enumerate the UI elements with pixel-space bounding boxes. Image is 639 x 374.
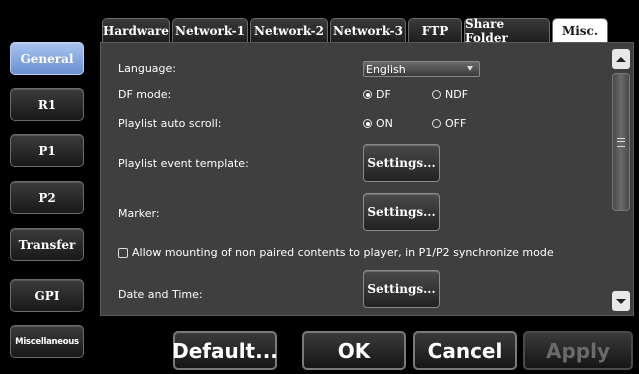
tab-ftp[interactable]: FTP [408,18,462,42]
checkbox-icon [118,247,128,258]
date-time-settings-button[interactable]: Settings... [363,270,440,308]
tab-hardware[interactable]: Hardware [102,18,170,42]
radio-unselected-icon [432,119,441,128]
scroll-on-radio[interactable]: ON [363,117,393,130]
playlist-template-settings-button[interactable]: Settings... [363,144,440,182]
nav-r1-button[interactable]: R1 [10,88,84,121]
apply-button[interactable]: Apply [523,331,633,370]
arrow-down-icon [616,298,626,304]
marker-settings-button[interactable]: Settings... [363,193,440,231]
tab-network-3[interactable]: Network-3 [330,18,406,42]
scroll-down-button[interactable] [612,291,630,311]
scroll-on-label: ON [376,117,393,130]
playlist-template-label: Playlist event template: [118,157,249,170]
ok-button[interactable]: OK [302,331,406,370]
tab-misc[interactable]: Misc. [552,18,608,42]
allow-mount-label: Allow mounting of non paired contents to… [132,246,554,259]
scrollbar-thumb[interactable] [612,73,630,211]
tab-network-1[interactable]: Network-1 [172,18,248,42]
chevron-down-icon [467,66,473,71]
nav-p1-button[interactable]: P1 [10,134,84,167]
nav-p2-button[interactable]: P2 [10,181,84,214]
cancel-button[interactable]: Cancel [413,331,517,370]
scroll-off-radio[interactable]: OFF [432,117,466,130]
playlist-scroll-label: Playlist auto scroll: [118,117,222,130]
tab-network-2[interactable]: Network-2 [250,18,328,42]
nav-miscellaneous-button[interactable]: Miscellaneous [10,325,84,358]
default-button[interactable]: Default... [172,331,278,370]
df-mode-label: DF mode: [118,88,172,101]
df-radio[interactable]: DF [363,88,391,101]
settings-panel: Language: English DF mode: DF NDF Playli… [100,42,634,316]
grip-icon [617,137,625,147]
df-radio-label: DF [376,88,391,101]
allow-mount-checkbox[interactable]: Allow mounting of non paired contents to… [118,246,554,259]
nav-gpi-button[interactable]: GPI [10,279,84,312]
date-time-label: Date and Time: [118,288,203,301]
nav-general-button[interactable]: General [10,42,84,75]
tab-share-folder[interactable]: Share Folder [464,17,550,45]
radio-unselected-icon [432,90,441,99]
language-label: Language: [118,62,176,75]
ndf-radio-label: NDF [445,88,469,101]
radio-selected-icon [363,90,372,99]
language-value: English [366,62,406,76]
scroll-up-button[interactable] [612,49,630,69]
marker-label: Marker: [118,207,160,220]
language-select[interactable]: English [363,61,480,77]
scroll-off-label: OFF [445,117,467,130]
radio-selected-icon [363,119,372,128]
nav-transfer-button[interactable]: Transfer [10,228,84,261]
vertical-scrollbar[interactable] [612,49,630,311]
ndf-radio[interactable]: NDF [432,88,468,101]
arrow-up-icon [616,56,626,62]
